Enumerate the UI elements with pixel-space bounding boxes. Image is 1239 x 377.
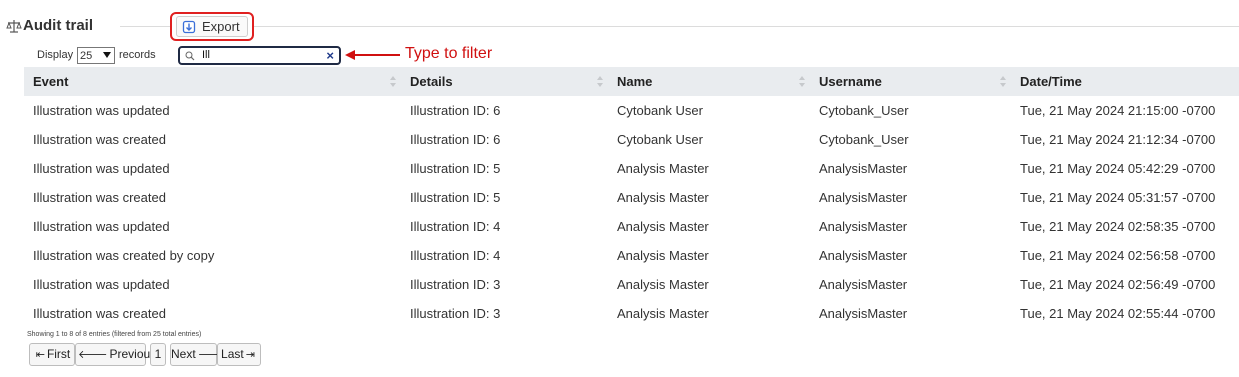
arrow-left-icon: 🡐 (78, 349, 108, 361)
page-1-button[interactable]: 1 (150, 343, 166, 366)
table-row: Illustration was updated Illustration ID:… (24, 154, 1239, 183)
cell-username: AnalysisMaster (819, 190, 908, 205)
cell-datetime: Tue, 21 May 2024 02:55:44 -0700 (1020, 306, 1216, 321)
cell-name: Cytobank User (617, 132, 703, 147)
cell-name: Analysis Master (617, 277, 709, 292)
column-header-details[interactable]: Details (401, 67, 608, 96)
last-page-button[interactable]: Last ⇥ (217, 343, 261, 366)
export-label: Export (202, 19, 240, 34)
column-header-name[interactable]: Name (608, 67, 810, 96)
cell-details: Illustration ID: 6 (410, 103, 501, 118)
cell-event: Illustration was created by copy (33, 248, 215, 263)
search-input[interactable]: Ill × (178, 46, 341, 65)
first-page-button[interactable]: ⇤ First (29, 343, 75, 366)
search-icon (185, 51, 195, 61)
cell-name: Analysis Master (617, 219, 709, 234)
sort-icon[interactable] (597, 76, 603, 87)
cell-event: Illustration was updated (33, 103, 170, 118)
annotation-label: Type to filter (405, 45, 493, 62)
cell-details: Illustration ID: 5 (410, 190, 501, 205)
column-header-datetime[interactable]: Date/Time (1011, 67, 1239, 96)
arrow-right-bar-icon: ⇥ (245, 349, 255, 361)
table-row: Illustration was updated Illustration ID:… (24, 96, 1239, 125)
search-value: Ill (202, 49, 210, 61)
display-label: Display (37, 49, 74, 61)
table-row: Illustration was created Illustration ID:… (24, 183, 1239, 212)
cell-details: Illustration ID: 3 (410, 306, 501, 321)
cell-username: AnalysisMaster (819, 248, 908, 263)
arrow-left-bar-icon: ⇤ (35, 349, 45, 361)
table-header: Event Details Name Username Date/Time (24, 67, 1239, 96)
sort-icon[interactable] (390, 76, 396, 87)
cell-username: AnalysisMaster (819, 306, 908, 321)
cell-name: Analysis Master (617, 190, 709, 205)
sort-icon[interactable] (799, 76, 805, 87)
cell-name: Analysis Master (617, 306, 709, 321)
cell-datetime: Tue, 21 May 2024 21:15:00 -0700 (1020, 103, 1216, 118)
cell-details: Illustration ID: 4 (410, 248, 501, 263)
cell-name: Analysis Master (617, 248, 709, 263)
cell-event: Illustration was updated (33, 161, 170, 176)
previous-page-button[interactable]: 🡐 Previous (75, 343, 156, 366)
clear-icon[interactable]: × (326, 48, 334, 63)
cell-event: Illustration was created (33, 306, 166, 321)
cell-details: Illustration ID: 4 (410, 219, 501, 234)
cell-username: AnalysisMaster (819, 161, 908, 176)
cell-username: AnalysisMaster (819, 277, 908, 292)
cell-datetime: Tue, 21 May 2024 21:12:34 -0700 (1020, 132, 1216, 147)
cell-datetime: Tue, 21 May 2024 05:31:57 -0700 (1020, 190, 1216, 205)
cell-datetime: Tue, 21 May 2024 05:42:29 -0700 (1020, 161, 1216, 176)
cell-datetime: Tue, 21 May 2024 02:56:58 -0700 (1020, 248, 1216, 263)
scale-icon (6, 20, 22, 33)
cell-username: Cytobank_User (819, 132, 909, 147)
cell-event: Illustration was updated (33, 277, 170, 292)
cell-datetime: Tue, 21 May 2024 02:58:35 -0700 (1020, 219, 1216, 234)
annotation-arrow-icon (345, 50, 400, 60)
page-size-select[interactable]: 25 (77, 47, 115, 64)
chevron-down-icon (103, 52, 111, 58)
table-row: Illustration was updated Illustration ID:… (24, 270, 1239, 299)
records-label: records (119, 49, 156, 61)
cell-details: Illustration ID: 3 (410, 277, 501, 292)
sort-icon[interactable] (1000, 76, 1006, 87)
cell-name: Cytobank User (617, 103, 703, 118)
table-row: Illustration was created Illustration ID:… (24, 299, 1239, 328)
next-label: Next (171, 347, 196, 361)
page-number: 1 (154, 347, 162, 361)
next-page-button[interactable]: Next 🡒 (170, 343, 227, 366)
export-highlight: Export (170, 12, 254, 41)
table-row: Illustration was updated Illustration ID:… (24, 212, 1239, 241)
cell-details: Illustration ID: 5 (410, 161, 501, 176)
cell-datetime: Tue, 21 May 2024 02:56:49 -0700 (1020, 277, 1216, 292)
page-title: Audit trail (23, 17, 93, 34)
cell-event: Illustration was created (33, 132, 166, 147)
table-row: Illustration was created Illustration ID:… (24, 125, 1239, 154)
column-header-event[interactable]: Event (24, 67, 401, 96)
download-icon (182, 20, 196, 33)
cell-username: Cytobank_User (819, 103, 909, 118)
cell-details: Illustration ID: 6 (410, 132, 501, 147)
cell-username: AnalysisMaster (819, 219, 908, 234)
table-row: Illustration was created by copy Illustra… (24, 241, 1239, 270)
table-info: Showing 1 to 8 of 8 entries (filtered fr… (27, 331, 202, 338)
page-size-value: 25 (80, 49, 93, 62)
cell-event: Illustration was updated (33, 219, 170, 234)
export-button[interactable]: Export (176, 16, 248, 37)
cell-name: Analysis Master (617, 161, 709, 176)
last-label: Last (221, 347, 244, 361)
column-header-username[interactable]: Username (810, 67, 1011, 96)
first-label: First (46, 347, 71, 361)
cell-event: Illustration was created (33, 190, 166, 205)
header-divider (120, 26, 1239, 27)
